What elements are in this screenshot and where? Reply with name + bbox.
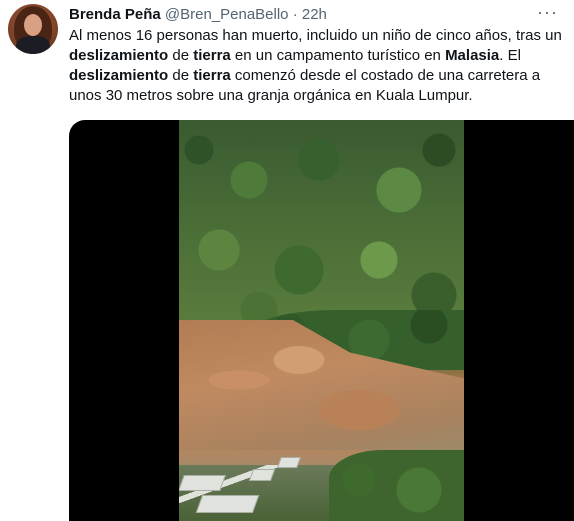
camp-roof bbox=[179, 475, 226, 491]
tweet-text-part: Al menos 16 personas han muerto, incluid… bbox=[69, 27, 562, 44]
more-horizontal-icon[interactable]: ··· bbox=[537, 2, 558, 23]
tweet-header: Brenda Peña @Bren_PenaBello · 22h bbox=[69, 5, 327, 25]
avatar-face bbox=[24, 14, 42, 36]
avatar-body bbox=[16, 36, 50, 54]
forest-hillside bbox=[179, 120, 464, 325]
tweet-text-bold: deslizamiento bbox=[69, 47, 169, 64]
tweet-text-bold: tierra bbox=[193, 47, 231, 64]
camp-roof bbox=[195, 495, 260, 513]
camp-roof bbox=[248, 469, 276, 481]
tweet[interactable]: Brenda Peña @Bren_PenaBello · 22h ··· Al… bbox=[0, 0, 574, 521]
tweet-text-part: de bbox=[168, 47, 194, 64]
video-frame-landslide bbox=[179, 120, 464, 521]
tweet-text-part: en un campamento turístico en bbox=[230, 47, 446, 64]
camp-roof bbox=[276, 457, 302, 468]
tweet-text-bold: deslizamiento bbox=[69, 67, 169, 84]
tweet-text-part: de bbox=[168, 67, 194, 84]
tweet-text: Al menos 16 personas han muerto, incluid… bbox=[69, 26, 567, 106]
tweet-time[interactable]: 22h bbox=[302, 6, 327, 23]
avatar[interactable] bbox=[8, 4, 58, 54]
author-handle[interactable]: @Bren_PenaBello bbox=[165, 6, 289, 23]
author-name[interactable]: Brenda Peña bbox=[69, 6, 161, 23]
tweet-text-bold: tierra bbox=[193, 67, 231, 84]
foreground-vegetation bbox=[329, 450, 464, 521]
tweet-text-part: . El bbox=[499, 47, 521, 64]
tweet-text-bold: Malasia bbox=[445, 47, 500, 64]
separator-dot: · bbox=[292, 6, 298, 23]
tweet-video[interactable] bbox=[69, 120, 574, 521]
